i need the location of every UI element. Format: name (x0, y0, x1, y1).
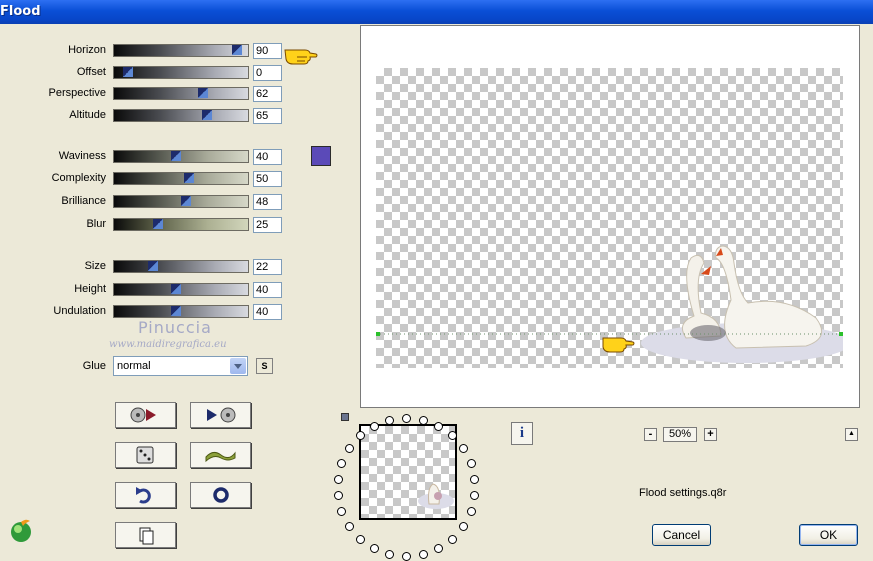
window-title: Flood (0, 4, 41, 19)
slider-altitude[interactable] (113, 109, 249, 122)
value-horizon[interactable]: 90 (253, 43, 282, 59)
label-horizon: Horizon (68, 44, 106, 56)
label-size: Size (84, 260, 106, 272)
navigator-dot[interactable] (470, 491, 480, 501)
slider-complexity[interactable] (113, 172, 249, 185)
navigator-dot[interactable] (402, 552, 411, 561)
ok-button[interactable]: OK (799, 524, 858, 546)
navigator-dot[interactable] (333, 491, 343, 501)
navigator-dot[interactable] (337, 458, 347, 468)
label-height: Height (74, 283, 106, 295)
navigator-dot[interactable] (345, 522, 355, 532)
label-offset: Offset (76, 66, 106, 78)
chevron-down-icon[interactable] (230, 358, 246, 374)
navigator-dot[interactable] (434, 421, 444, 431)
slider-horizon[interactable] (113, 44, 249, 57)
play-reset-button[interactable] (190, 402, 251, 428)
pointing-hand-icon (284, 49, 318, 65)
watermark-site: www.maidiregrafica.eu (109, 339, 227, 350)
navigator-handle[interactable] (341, 413, 349, 421)
value-height[interactable]: 40 (253, 282, 282, 298)
navigator-dot[interactable] (466, 458, 476, 468)
navigator-dot[interactable] (434, 544, 444, 554)
navigator-dot[interactable] (418, 549, 428, 559)
navigator-dot[interactable] (458, 522, 468, 532)
undo-icon (136, 487, 151, 504)
random-button[interactable] (115, 442, 176, 468)
value-perspective[interactable]: 62 (253, 86, 282, 102)
label-waviness: Waviness (58, 150, 106, 162)
wave-icon (205, 451, 236, 463)
navigator-dot[interactable] (356, 534, 366, 544)
ring-icon (213, 487, 229, 503)
color-swatch[interactable] (311, 146, 331, 166)
play-reel-icon (207, 407, 236, 423)
value-altitude[interactable]: 65 (253, 108, 282, 124)
value-brilliance[interactable]: 48 (253, 194, 282, 210)
value-waviness[interactable]: 40 (253, 149, 282, 165)
navigator-dot[interactable] (470, 474, 480, 484)
swans-image (376, 245, 843, 363)
navigator-dot[interactable] (345, 443, 355, 453)
preview-panel[interactable] (360, 25, 860, 408)
app-logo-icon (11, 519, 31, 542)
value-complexity[interactable]: 50 (253, 171, 282, 187)
title-bar: Flood (0, 0, 873, 24)
slider-offset[interactable] (113, 66, 249, 79)
copy-button[interactable] (115, 522, 176, 548)
zoom-out-button[interactable]: - (644, 428, 657, 441)
slider-blur[interactable] (113, 218, 249, 231)
navigator-dot[interactable] (466, 507, 476, 517)
value-blur[interactable]: 25 (253, 217, 282, 233)
navigator-dot[interactable] (333, 474, 343, 484)
thumbnail-preview[interactable] (359, 424, 457, 520)
film-reel-icon (130, 407, 156, 423)
settings-filename: Flood settings.q8r (639, 487, 727, 499)
slider-waviness[interactable] (113, 150, 249, 163)
label-brilliance: Brilliance (61, 195, 106, 207)
value-undulation[interactable]: 40 (253, 304, 282, 320)
undo-button[interactable] (115, 482, 176, 508)
label-blur: Blur (86, 218, 106, 230)
copy-icon (139, 527, 154, 545)
zoom-level: 50% (663, 427, 697, 442)
slider-perspective[interactable] (113, 87, 249, 100)
value-offset[interactable]: 0 (253, 65, 282, 81)
cancel-button[interactable]: Cancel (652, 524, 711, 546)
label-glue: Glue (82, 360, 106, 372)
navigator-dot[interactable] (337, 507, 347, 517)
glue-value: normal (117, 360, 151, 372)
watermark-name: Pinuccia (138, 318, 212, 337)
label-altitude: Altitude (69, 109, 106, 121)
swans-thumbnail (418, 483, 454, 509)
wave-button[interactable] (190, 442, 251, 468)
navigator-dot[interactable] (458, 443, 468, 453)
collapse-button[interactable]: ▲ (845, 428, 858, 441)
glue-select[interactable]: normal (113, 356, 248, 376)
reset-button[interactable] (190, 482, 251, 508)
slider-brilliance[interactable] (113, 195, 249, 208)
slider-size[interactable] (113, 260, 249, 273)
navigator-dot[interactable] (418, 416, 428, 425)
navigator-dot[interactable] (402, 414, 411, 423)
slider-height[interactable] (113, 283, 249, 296)
label-perspective: Perspective (48, 87, 106, 99)
info-button[interactable]: i (511, 422, 533, 445)
label-complexity: Complexity (51, 172, 106, 184)
slider-undulation[interactable] (113, 305, 249, 318)
value-size[interactable]: 22 (253, 259, 282, 275)
pointing-hand-icon (602, 337, 635, 353)
navigator-dot[interactable] (447, 534, 457, 544)
navigator-dot[interactable] (369, 544, 379, 554)
navigator-dot[interactable] (385, 549, 395, 559)
dice-icon (136, 446, 154, 464)
label-undulation: Undulation (53, 305, 106, 317)
navigator-dot[interactable] (369, 421, 379, 431)
randomize-play-button[interactable] (115, 402, 176, 428)
zoom-in-button[interactable]: + (704, 428, 717, 441)
glue-s-button[interactable]: S (256, 358, 273, 374)
